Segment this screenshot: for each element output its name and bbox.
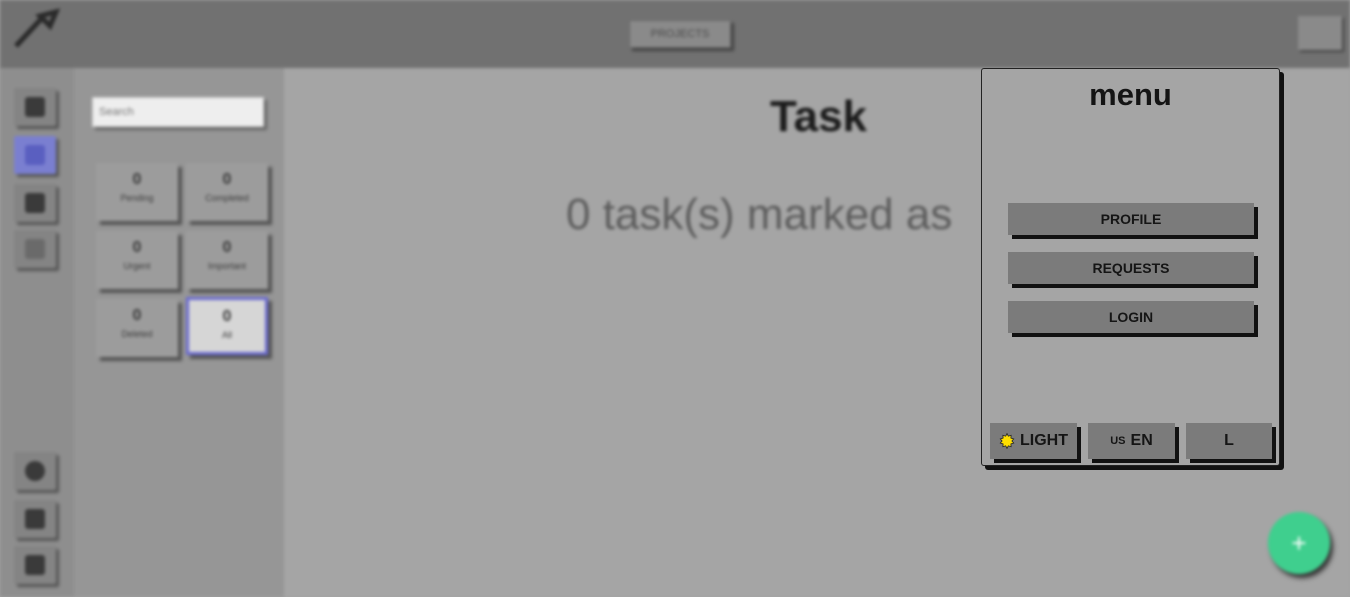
filter-count: 0 <box>132 307 142 324</box>
filter-card[interactable]: 0 Important <box>186 231 268 289</box>
filter-count: 0 <box>222 308 232 325</box>
filter-count: 0 <box>132 239 142 256</box>
filter-card[interactable]: 0 Pending <box>96 163 178 221</box>
search-input[interactable] <box>92 97 264 127</box>
menu-popup: menu PROFILE REQUESTS LOGIN LIGHT US EN … <box>981 68 1280 466</box>
language-label: EN <box>1130 432 1153 449</box>
top-right-button[interactable] <box>1298 16 1342 50</box>
filter-label: Deleted <box>121 329 153 339</box>
profile-button[interactable]: PROFILE <box>1008 203 1254 235</box>
language-button[interactable]: US EN <box>1088 423 1175 459</box>
add-task-button[interactable]: + <box>1268 512 1330 574</box>
menu-title: menu <box>1089 77 1172 112</box>
settings-icon[interactable] <box>14 546 56 584</box>
tasks-icon[interactable] <box>14 136 56 174</box>
top-bar: PROJECTS <box>0 0 1350 68</box>
filter-card[interactable]: 0 Urgent <box>96 231 178 289</box>
size-label: L <box>1224 432 1234 449</box>
filter-count: 0 <box>132 171 142 188</box>
requests-button[interactable]: REQUESTS <box>1008 252 1254 284</box>
home-icon[interactable] <box>14 88 56 126</box>
page-title: Task <box>770 92 868 141</box>
flag-icon: US <box>1110 435 1126 447</box>
link-icon[interactable] <box>14 230 56 268</box>
size-button[interactable]: L <box>1186 423 1272 459</box>
icon-rail <box>0 68 74 597</box>
filter-label: All <box>221 330 232 340</box>
filter-label: Important <box>207 261 247 271</box>
filter-card-selected[interactable]: 0 All <box>186 297 268 355</box>
sun-icon <box>999 433 1015 449</box>
filter-card[interactable]: 0 Deleted <box>96 299 178 357</box>
theme-toggle-button[interactable]: LIGHT <box>990 423 1077 459</box>
filter-count: 0 <box>222 239 232 256</box>
trash-icon[interactable] <box>14 500 56 538</box>
task-status-message: 0 task(s) marked as <box>566 190 953 239</box>
theme-label: LIGHT <box>1020 432 1068 449</box>
filter-card[interactable]: 0 Completed <box>186 163 268 221</box>
document-icon[interactable] <box>14 184 56 222</box>
logo-icon <box>14 8 60 48</box>
filter-count: 0 <box>222 171 232 188</box>
github-icon[interactable] <box>14 452 56 490</box>
filter-label: Pending <box>120 193 154 203</box>
filter-label: Completed <box>205 193 249 203</box>
filter-label: Urgent <box>123 261 151 271</box>
projects-button[interactable]: PROJECTS <box>629 20 731 48</box>
login-button[interactable]: LOGIN <box>1008 301 1254 333</box>
